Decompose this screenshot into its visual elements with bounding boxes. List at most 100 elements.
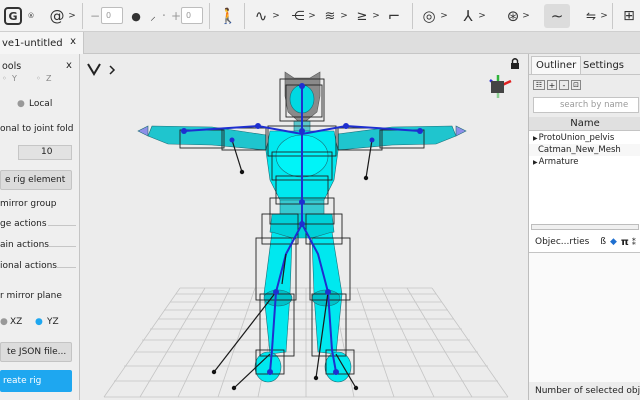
- button-label: reate rig: [3, 376, 42, 386]
- 3d-viewport[interactable]: [80, 54, 528, 400]
- outliner-search-input[interactable]: search by name: [533, 97, 639, 113]
- chevron-right-icon[interactable]: >: [340, 4, 348, 28]
- tab-divider: [529, 74, 640, 75]
- outliner-item[interactable]: Catman_New_Mesh: [529, 144, 640, 156]
- grid-icon[interactable]: G: [2, 4, 24, 28]
- tilde-icon[interactable]: ∼: [544, 4, 570, 28]
- viewport-cube-icon[interactable]: [489, 75, 512, 98]
- create-rig-button[interactable]: reate rig: [0, 370, 72, 392]
- radio-xz[interactable]: ●: [0, 317, 8, 327]
- properties-header: Objec...rties ß ◆ π ⁑: [529, 232, 640, 252]
- chevron-right-icon[interactable]: >: [478, 4, 486, 28]
- joint-value-field[interactable]: 10: [18, 145, 72, 160]
- spiral-icon[interactable]: @: [46, 4, 68, 28]
- chevron-right-icon[interactable]: >: [522, 4, 530, 28]
- section-divider: [56, 267, 76, 268]
- gizmo-icon[interactable]: ⊛: [502, 4, 524, 28]
- bones-list-icon[interactable]: ≋: [320, 4, 340, 28]
- create-rig-element-button[interactable]: e rig element: [0, 170, 72, 190]
- chevron-right-icon[interactable]: >: [272, 4, 280, 28]
- toolbar-divider: [82, 3, 83, 29]
- paint-icon[interactable]: ⸝: [146, 4, 160, 28]
- properties-title: Objec...rties: [535, 237, 590, 247]
- toolbar-divider: [209, 3, 210, 29]
- outliner-item-label: Catman_New_Mesh: [538, 145, 621, 155]
- tab-outliner[interactable]: Outliner: [531, 56, 582, 74]
- floor-grid: [103, 287, 509, 398]
- section-divider: [48, 246, 76, 247]
- menu-badge-icon: ®: [27, 12, 35, 20]
- layers-icon[interactable]: ☷: [533, 80, 545, 90]
- tools-panel: ools x ◦ Y ◦ Z ● Local onal to joint fol…: [0, 54, 80, 400]
- local-label: Local: [29, 99, 53, 109]
- toolbar-divider: [412, 3, 413, 29]
- section-label: ain actions: [0, 240, 49, 250]
- viewport-menu-icon[interactable]: [87, 63, 116, 76]
- right-panel: Outliner Settings ☷ + - ⊡ search by name…: [528, 54, 640, 400]
- main-toolbar: G ® @ > − 0 ● ⸝ · + 0 🚶 ∿ > ⋲ > ≋ > ≥ > …: [0, 0, 640, 32]
- bone-joint-icon[interactable]: ⅄: [458, 4, 478, 28]
- plus-icon[interactable]: ·: [159, 4, 169, 28]
- radio-dot-z[interactable]: ◦: [36, 74, 41, 83]
- outliner-item[interactable]: ▶ ProtoUnion_pelvis: [529, 132, 640, 144]
- minus-icon[interactable]: −: [90, 4, 100, 28]
- pin-icon[interactable]: ◆: [610, 237, 617, 247]
- outliner-item-label: Armature: [538, 157, 579, 167]
- expand-icon[interactable]: +: [547, 80, 557, 90]
- dot-icon[interactable]: ●: [129, 4, 143, 28]
- lock-icon[interactable]: [511, 58, 519, 69]
- button-label: e rig element: [5, 175, 66, 185]
- outliner-scrollbar[interactable]: [531, 224, 639, 230]
- chevron-right-icon[interactable]: >: [68, 4, 76, 28]
- counter-field-right[interactable]: 0: [181, 7, 203, 24]
- create-json-button[interactable]: te JSON file...: [0, 342, 72, 362]
- figure-icon[interactable]: 🚶: [218, 4, 238, 28]
- plus-small-icon[interactable]: +: [171, 4, 181, 28]
- section-label: mirror group: [0, 199, 57, 209]
- window-grid-icon[interactable]: ⊞: [618, 4, 640, 28]
- bones-icon[interactable]: ⋲: [288, 4, 308, 28]
- bone-align-icon[interactable]: ≥: [352, 4, 372, 28]
- wave-icon[interactable]: ∿: [250, 4, 272, 28]
- plane-yz-label: YZ: [47, 317, 59, 327]
- file-tab[interactable]: ve1-untitled x: [0, 32, 84, 54]
- chevron-right-icon[interactable]: >: [440, 4, 448, 28]
- section-divider: [48, 225, 76, 226]
- tab-settings[interactable]: Settings: [579, 56, 628, 74]
- joint-fold-label: onal to joint fold: [0, 124, 74, 134]
- beta-icon[interactable]: ß: [600, 237, 606, 247]
- section-mirror-group[interactable]: mirror group: [0, 198, 79, 212]
- counter-field-left[interactable]: 0: [101, 7, 123, 24]
- section-label: ional actions: [0, 261, 57, 271]
- outliner-item-label: ProtoUnion_pelvis: [538, 133, 615, 143]
- selected-count-label: Number of selected objec: [535, 386, 640, 396]
- chevron-right-icon[interactable]: >: [372, 4, 380, 28]
- radio-yz[interactable]: ●: [35, 317, 43, 327]
- expand-arrow-icon[interactable]: ▶: [533, 135, 538, 142]
- name-column-header[interactable]: Name: [529, 117, 640, 131]
- mirror-plane-label: r mirror plane: [0, 291, 62, 301]
- outliner-item[interactable]: ▶ Armature: [529, 156, 640, 168]
- filter-icon[interactable]: ⊡: [571, 80, 581, 90]
- section-edge-actions[interactable]: ge actions: [0, 218, 79, 232]
- camera-icon[interactable]: ◎: [418, 4, 440, 28]
- button-label: te JSON file...: [7, 347, 67, 357]
- expand-arrow-icon[interactable]: ▶: [533, 159, 538, 166]
- flag-icon[interactable]: ⌐: [384, 4, 404, 28]
- pi-icon[interactable]: π: [621, 237, 629, 248]
- axis-y-label: Y: [12, 74, 17, 83]
- radio-dot-y[interactable]: ◦: [2, 74, 7, 83]
- chevron-right-icon[interactable]: >: [600, 4, 608, 28]
- chevron-right-icon[interactable]: >: [308, 4, 316, 28]
- axis-z-label: Z: [46, 74, 52, 83]
- collapse-icon[interactable]: -: [559, 80, 569, 90]
- section-chain-actions[interactable]: ain actions: [0, 239, 79, 253]
- close-icon[interactable]: x: [70, 36, 76, 47]
- toolbar-divider: [244, 3, 245, 29]
- section-additional-actions[interactable]: ional actions: [0, 260, 79, 274]
- more-icon[interactable]: ⁑: [632, 238, 636, 247]
- arrows-icon[interactable]: ⇋: [580, 4, 602, 28]
- close-icon[interactable]: x: [66, 60, 72, 71]
- radio-local[interactable]: ●: [17, 99, 25, 109]
- properties-body: [529, 252, 640, 382]
